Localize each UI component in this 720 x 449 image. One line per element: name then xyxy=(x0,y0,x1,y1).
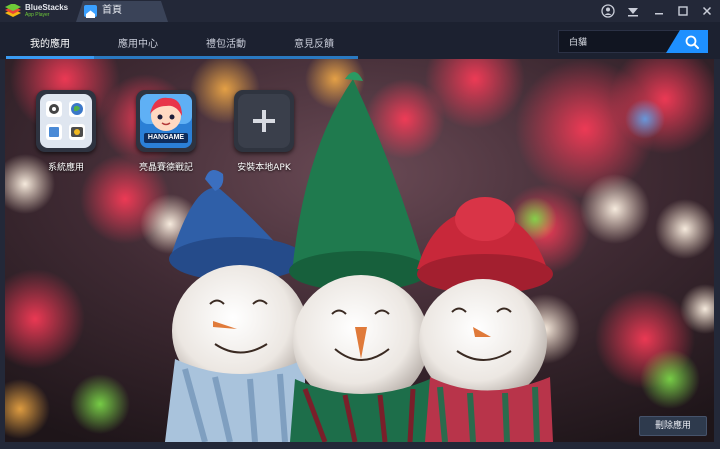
app-tile xyxy=(234,90,294,152)
app-label: 安裝本地APK xyxy=(237,163,291,173)
tab-app-center-label: 應用中心 xyxy=(118,39,158,50)
tab-gift-events-label: 禮包活動 xyxy=(206,39,246,50)
brand-name: BlueStacks xyxy=(25,3,69,12)
app-tile xyxy=(36,90,96,152)
game-badge: HANGAME xyxy=(147,134,185,141)
search-input[interactable] xyxy=(558,30,680,53)
window-frame-bottom xyxy=(0,442,720,449)
maximize-icon[interactable] xyxy=(675,3,691,19)
home-screen: 系統應用 HANGAME 亮晶賽德戰記 安裝本地APK 刪除應用 xyxy=(5,59,714,442)
search-icon xyxy=(685,35,699,49)
tab-home-label: 首頁 xyxy=(102,5,122,16)
tab-gift-events[interactable]: 禮包活動 xyxy=(182,22,270,59)
tab-feedback-label: 意見反饋 xyxy=(294,39,334,50)
window-frame-right xyxy=(714,59,720,449)
window-frame-left xyxy=(0,59,5,449)
app-label: 亮晶賽德戰記 xyxy=(138,163,193,173)
app-label: 系統應用 xyxy=(47,163,84,173)
home-icon xyxy=(84,5,97,18)
tab-feedback[interactable]: 意見反饋 xyxy=(270,22,358,59)
app-tile: HANGAME xyxy=(136,90,196,152)
tab-my-apps-label: 我的應用 xyxy=(30,39,70,50)
minimize-icon[interactable] xyxy=(651,3,667,19)
tab-app-center[interactable]: 應用中心 xyxy=(94,22,182,59)
bluestacks-logo: BlueStacks App Player xyxy=(5,3,75,20)
plus-icon xyxy=(238,94,290,148)
title-bar: BlueStacks App Player 首頁 xyxy=(0,0,720,22)
system-apps-icon xyxy=(40,94,92,148)
search-box xyxy=(558,30,708,53)
tab-my-apps[interactable]: 我的應用 xyxy=(6,22,94,59)
bluestacks-logo-icon xyxy=(5,4,21,17)
wifi-icon[interactable] xyxy=(625,3,641,19)
wallpaper-snowmen xyxy=(5,59,714,442)
delete-apps-button[interactable]: 刪除應用 xyxy=(639,416,707,436)
close-icon[interactable] xyxy=(699,3,715,19)
brand-subtitle: App Player xyxy=(25,12,50,18)
account-icon[interactable] xyxy=(600,3,616,19)
